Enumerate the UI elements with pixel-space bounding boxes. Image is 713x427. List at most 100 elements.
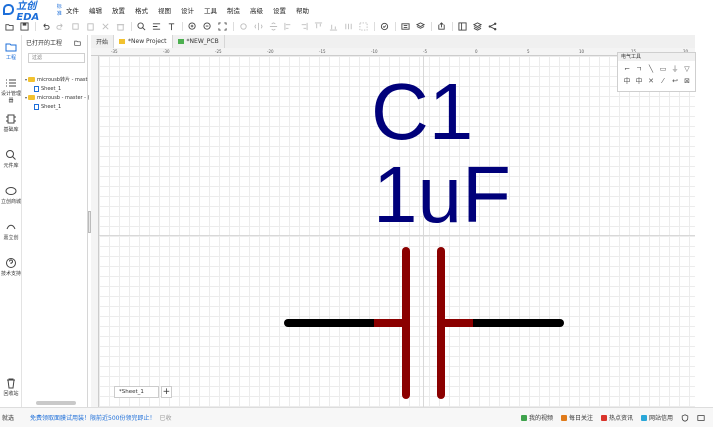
status-item-news[interactable]: 热点资讯 [600,413,633,422]
capacitor-pin-2[interactable] [441,319,473,327]
menu-settings[interactable]: 设置 [273,5,286,15]
no-connect-icon[interactable]: 中 [633,75,645,87]
rail-item-design-manager[interactable]: 设计管理器 [0,77,22,104]
export-icon[interactable] [436,21,447,32]
net-flag-vcc-icon[interactable]: ▽ [681,63,693,75]
lcsc-store-icon [5,187,17,195]
message-icon[interactable] [697,414,705,422]
align-top-icon[interactable] [313,21,324,32]
bus-icon[interactable]: ㄱ [633,63,645,75]
open-folder-icon[interactable] [4,21,15,32]
redo-icon[interactable] [55,21,66,32]
search-icon[interactable] [136,21,147,32]
tab-new-project[interactable]: *New Project [114,35,173,48]
convert-to-pcb-icon[interactable] [415,21,426,32]
rail-item-trash[interactable]: 回收站 [0,377,22,397]
layers-icon[interactable] [472,21,483,32]
wire-left[interactable] [284,319,384,327]
rail-item-basic-library[interactable]: 基础库 [0,113,22,133]
design-check-icon[interactable] [379,21,390,32]
align-right-icon[interactable] [298,21,309,32]
project-filter-input[interactable]: 过滤 [28,53,85,63]
align-icon[interactable] [151,21,162,32]
flip-horizontal-icon[interactable] [253,21,264,32]
copy-icon[interactable] [70,21,81,32]
menu-file[interactable]: 文件 [66,5,79,15]
menu-tools[interactable]: 工具 [204,5,217,15]
undo-icon[interactable] [40,21,51,32]
voltage-probe-icon[interactable]: ✕ [645,75,657,87]
net-port-icon[interactable]: 中 [621,75,633,87]
open-project-icon[interactable] [74,39,81,48]
project-panel: 已打开的工程 过滤 ▾ microusb转片 - mast Sheet_1 ▾ … [22,35,90,407]
junction-icon[interactable]: ↩ [669,75,681,87]
netlabel-arrow-icon[interactable]: ⊠ [681,75,693,87]
status-item-daily[interactable]: 每日关注 [560,413,593,422]
menu-format[interactable]: 格式 [135,5,148,15]
schematic-tab-icon [119,39,126,44]
ruler-tick-label: -35 [111,49,118,54]
wire-right[interactable] [464,319,564,327]
menu-place[interactable]: 放置 [112,5,125,15]
rail-label: 元件库 [3,163,19,169]
rail-item-lcsc-store[interactable]: 立创商城 [0,185,22,205]
menu-edit[interactable]: 编辑 [89,5,102,15]
sheet-tab[interactable]: *Sheet_1 [114,386,159,398]
bus-entry-icon[interactable]: ╲ [645,63,657,75]
shield-icon[interactable] [681,413,689,422]
paste-icon[interactable] [85,21,96,32]
zoom-out-icon[interactable] [202,21,213,32]
add-sheet-button[interactable]: + [160,386,172,398]
promo-link[interactable]: 免费领取面膜试用装！限前近500份领完即止！ [30,413,155,422]
panel-horizontal-scrollbar[interactable] [36,401,76,405]
menu-fabrication[interactable]: 制造 [227,5,240,15]
rail-label: 工程 [5,55,16,61]
rail-item-support[interactable]: 技术支持 [0,257,22,277]
menu-view[interactable]: 视图 [158,5,171,15]
fit-view-icon[interactable] [217,21,228,32]
flip-vertical-icon[interactable] [268,21,279,32]
rail-item-component-library[interactable]: 元件库 [0,149,22,169]
toolbar-divider [131,22,132,31]
daily-icon [560,414,567,421]
share-icon[interactable] [487,21,498,32]
wire-icon[interactable]: ⌐ [621,63,633,75]
align-left-icon[interactable] [283,21,294,32]
delete-icon[interactable] [115,21,126,32]
folder-icon [28,95,36,100]
cut-icon[interactable] [100,21,111,32]
tree-item-project[interactable]: ▾ microusb - master - ( [25,93,90,102]
component-value[interactable]: 1uF [373,155,511,235]
menu-advanced[interactable]: 高级 [250,5,263,15]
status-item-credit[interactable]: 网站信用 [640,413,673,422]
rail-item-project[interactable]: 工程 [0,41,22,61]
tree-item-sheet[interactable]: Sheet_1 [34,102,61,111]
bom-icon[interactable] [400,21,411,32]
menu-design[interactable]: 设计 [181,5,194,15]
library-icon[interactable] [457,21,468,32]
tab-new-pcb[interactable]: *NEW_PCB [173,35,225,48]
align-bottom-icon[interactable] [328,21,339,32]
status-item-video[interactable]: 我的视频 [520,413,553,422]
distribute-icon[interactable] [343,21,354,32]
zoom-in-icon[interactable] [187,21,198,32]
capacitor-plate-left[interactable] [402,247,410,399]
group-icon[interactable] [358,21,369,32]
rail-item-jlc[interactable]: 嘉立创 [0,221,22,241]
tab-label: *NEW_PCB [186,38,219,45]
component-designator[interactable]: C1 [371,72,473,152]
net-label-icon[interactable]: ▭ [657,63,669,75]
tab-start[interactable]: 开始 [91,35,115,48]
text-icon[interactable] [166,21,177,32]
tree-item-project[interactable]: ▾ microusb转片 - mast [25,75,87,84]
panel-title: 已打开的工程 [26,40,63,47]
rotate-icon[interactable] [238,21,249,32]
design-manager-icon [6,79,16,87]
menu-help[interactable]: 帮助 [296,5,309,15]
pin-icon[interactable]: ⁄ [657,75,669,87]
tree-item-sheet[interactable]: Sheet_1 [34,84,61,93]
net-flag-gnd-icon[interactable]: ⏚ [669,63,681,75]
capacitor-plate-right[interactable] [437,247,445,399]
schematic-canvas[interactable]: -35-30-25-20-15-10-505101520 C1 1uF [91,48,695,407]
save-icon[interactable] [19,21,30,32]
